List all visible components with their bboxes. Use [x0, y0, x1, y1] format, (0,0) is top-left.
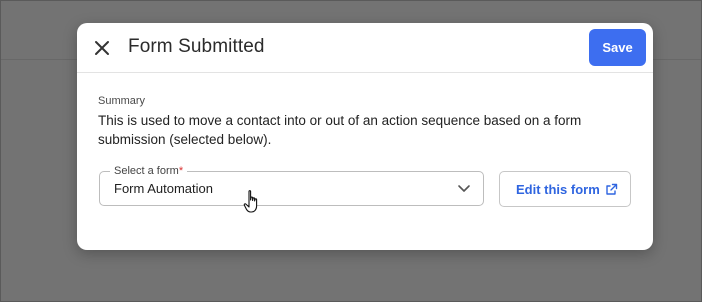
close-icon: [91, 37, 113, 59]
edit-this-form-button[interactable]: Edit this form: [499, 171, 631, 207]
form-select-label-text: Select a form: [114, 165, 179, 177]
chevron-down-icon: [457, 184, 471, 194]
external-link-icon: [605, 183, 618, 196]
required-marker: *: [178, 165, 184, 177]
form-submitted-modal: Form Submitted Save Summary This is used…: [77, 23, 653, 250]
form-select-label: Select a form*: [110, 164, 188, 178]
form-select-value: Form Automation: [114, 181, 213, 196]
modal-title: Form Submitted: [128, 36, 265, 57]
save-button[interactable]: Save: [589, 29, 646, 66]
edit-this-form-label: Edit this form: [516, 182, 600, 197]
summary-text: This is used to move a contact into or o…: [98, 113, 582, 147]
summary-label: Summary: [98, 95, 146, 107]
close-button[interactable]: [91, 37, 113, 59]
modal-header: Form Submitted Save: [77, 23, 653, 73]
form-select[interactable]: Select a form* Form Automation: [99, 164, 484, 206]
